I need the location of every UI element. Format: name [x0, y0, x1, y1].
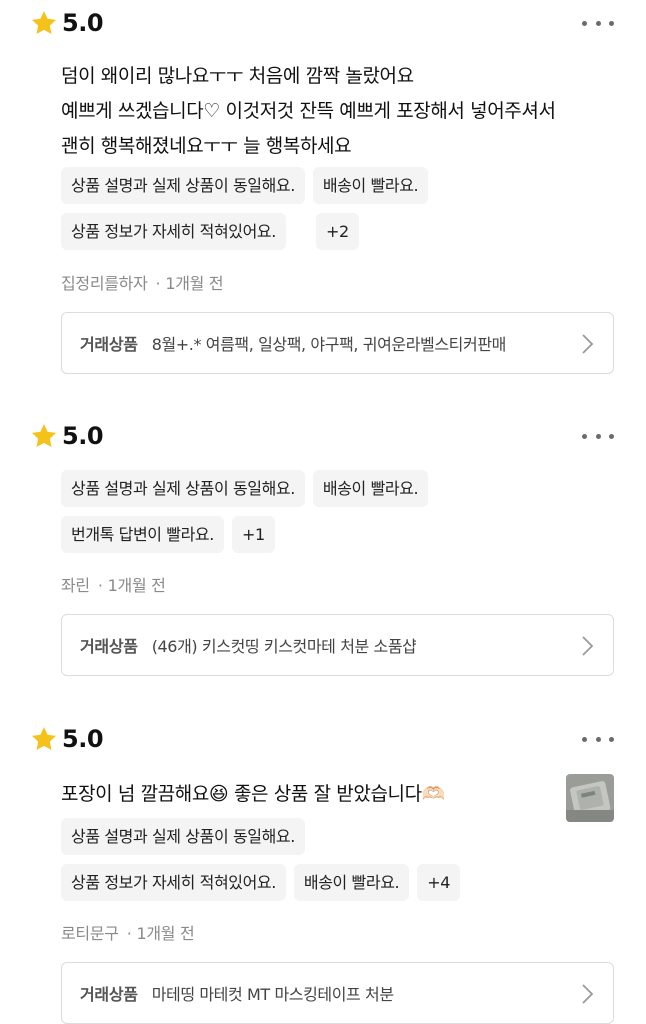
product-label: 거래상품	[80, 637, 138, 656]
review-tag: 상품 정보가 자세히 적혀있어요.	[61, 213, 286, 250]
review-tag: 상품 설명과 실제 상품이 동일해요.	[61, 470, 305, 507]
dot	[582, 433, 587, 439]
review-text: 포장이 넘 깔끔해요😆 좋은 상품 잘 받았습니다🫶🏻	[61, 777, 445, 812]
review-tag: 배송이 빨라요.	[293, 864, 410, 901]
review-meta: 집정리를하자 · 1개월 전	[61, 270, 224, 294]
dot	[582, 20, 587, 26]
rating-score: 5.0	[62, 422, 104, 450]
product-name: 8월+.* 여름팩, 일상팩, 야구팩, 귀여운라벨스티커판매	[151, 335, 506, 354]
dot	[595, 736, 601, 742]
review-line: 예쁘게 쓰겠습니다♡ 이것저것 잔뜩 예쁘게 포장해서 넣어주셔서	[61, 100, 556, 122]
review-tag: 배송이 빨라요.	[312, 470, 429, 507]
review-time: 1개월 전	[107, 576, 166, 595]
review-meta: 로티문구 · 1개월 전	[61, 920, 195, 944]
rating-score: 5.0	[62, 9, 104, 37]
dot	[609, 20, 614, 26]
star-icon	[31, 424, 57, 447]
chevron-right-icon	[582, 334, 594, 354]
rating-row: 5.0	[30, 719, 104, 759]
more-tags-badge[interactable]: +2	[316, 213, 359, 250]
reviewer-name[interactable]: 집정리를하자	[61, 274, 148, 293]
review-tag: 배송이 빨라요.	[312, 167, 429, 204]
dot	[582, 736, 587, 742]
product-link[interactable]: 거래상품 8월+.* 여름팩, 일상팩, 야구팩, 귀여운라벨스티커판매	[61, 312, 614, 374]
dot	[595, 20, 601, 26]
chevron-right-icon	[582, 636, 594, 656]
review-tag: 상품 정보가 자세히 적혀있어요.	[61, 864, 286, 901]
reviewer-name[interactable]: 좌린	[61, 576, 90, 595]
star-icon	[31, 11, 57, 34]
tag-list: 상품 설명과 실제 상품이 동일해요. 배송이 빨라요. 번개톡 답변이 빨라요…	[61, 470, 581, 553]
photo-thumbnail[interactable]	[566, 774, 614, 822]
star-icon	[31, 727, 57, 750]
dot	[609, 736, 614, 742]
separator-dot: ·	[155, 274, 161, 293]
tag-list: 상품 설명과 실제 상품이 동일해요. 상품 정보가 자세히 적혀있어요. 배송…	[61, 818, 581, 901]
more-options-button[interactable]	[582, 425, 614, 447]
more-tags-badge[interactable]: +4	[417, 864, 460, 901]
rating-row: 5.0	[30, 416, 104, 456]
product-link[interactable]: 거래상품 마테띵 마테컷 MT 마스킹테이프 처분	[61, 962, 614, 1024]
separator-dot: ·	[97, 576, 103, 595]
dot	[609, 433, 614, 439]
review-card-2: 5.0 상품 설명과 실제 상품이 동일해요. 배송이 빨라요. 번개톡 답변이…	[0, 416, 646, 696]
review-tag: 상품 설명과 실제 상품이 동일해요.	[61, 818, 305, 855]
review-time: 1개월 전	[165, 274, 224, 293]
more-tags-badge[interactable]: +1	[231, 516, 275, 553]
review-tag: 번개톡 답변이 빨라요.	[61, 516, 224, 553]
separator-dot: ·	[126, 924, 132, 943]
rating-row: 5.0	[30, 3, 104, 43]
review-card-1: 5.0 덤이 왜이리 많나요ㅜㅜ 처음에 깜짝 놀랐어요 예쁘게 쓰겠습니다♡ …	[0, 0, 646, 400]
dot	[595, 433, 601, 439]
chevron-right-icon	[582, 984, 594, 1004]
reviewer-name[interactable]: 로티문구	[61, 924, 119, 943]
review-line: 괜히 행복해졌네요ㅜㅜ 늘 행복하세요	[61, 135, 352, 157]
more-options-button[interactable]	[582, 12, 614, 34]
product-label: 거래상품	[80, 985, 138, 1004]
review-tag: 상품 설명과 실제 상품이 동일해요.	[61, 167, 305, 204]
product-name: 마테띵 마테컷 MT 마스킹테이프 처분	[151, 985, 394, 1004]
product-label: 거래상품	[80, 335, 138, 354]
product-link[interactable]: 거래상품 (46개) 키스컷띵 키스컷마테 처분 소품샵	[61, 614, 614, 676]
product-name: (46개) 키스컷띵 키스컷마테 처분 소품샵	[151, 637, 417, 656]
review-line: 포장이 넘 깔끔해요😆 좋은 상품 잘 받았습니다🫶🏻	[61, 783, 445, 805]
review-text: 덤이 왜이리 많나요ㅜㅜ 처음에 깜짝 놀랐어요 예쁘게 쓰겠습니다♡ 이것저것…	[61, 59, 556, 164]
review-meta: 좌린 · 1개월 전	[61, 572, 166, 596]
tag-list: 상품 설명과 실제 상품이 동일해요. 배송이 빨라요. 상품 정보가 자세히 …	[61, 167, 581, 250]
review-time: 1개월 전	[136, 924, 195, 943]
more-options-button[interactable]	[582, 728, 614, 750]
rating-score: 5.0	[62, 725, 104, 753]
review-line: 덤이 왜이리 많나요ㅜㅜ 처음에 깜짝 놀랐어요	[61, 65, 414, 87]
photo-thumbnail-image	[566, 774, 614, 822]
review-card-3: 5.0 포장이 넘 깔끔해요😆 좋은 상품 잘 받았습니다🫶🏻 상품 설명과 실…	[0, 719, 646, 1024]
